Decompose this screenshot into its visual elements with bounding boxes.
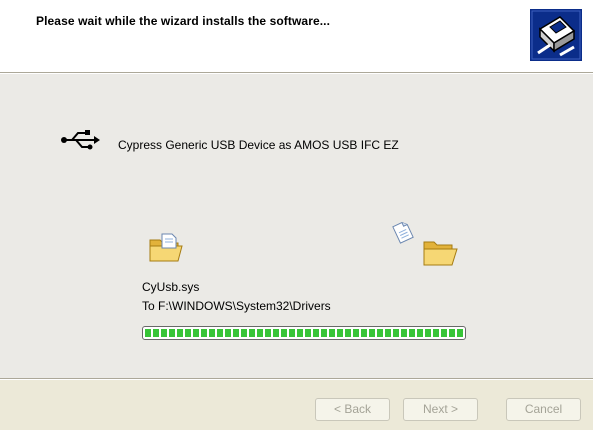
file-name: CyUsb.sys [142,280,200,294]
hardware-wizard-icon [530,9,582,61]
usb-icon [61,130,100,150]
back-button[interactable]: < Back [315,398,390,421]
folder-icon [423,241,458,266]
device-name: Cypress Generic USB Device as AMOS USB I… [118,138,399,152]
folder-icon [149,233,183,262]
next-button[interactable]: Next > [403,398,478,421]
document-icon [392,222,414,244]
cancel-button[interactable]: Cancel [506,398,581,421]
wizard-header: Please wait while the wizard installs th… [0,0,593,72]
file-destination: To F:\WINDOWS\System32\Drivers [142,299,331,313]
header-title: Please wait while the wizard installs th… [36,14,331,28]
progress-fill [145,329,463,337]
progress-bar [142,326,466,340]
footer-divider [0,378,593,380]
